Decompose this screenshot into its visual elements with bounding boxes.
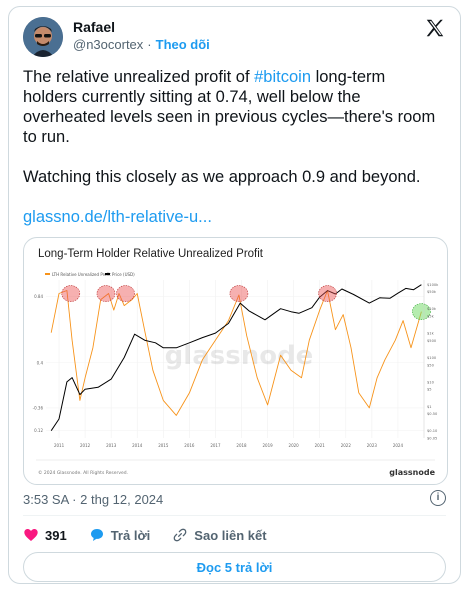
y-right-tick-label: $50k (427, 290, 437, 294)
copy-link-button[interactable]: Sao liên kết (172, 527, 267, 543)
highlight-red-circle (96, 285, 116, 302)
like-count: 391 (45, 527, 67, 543)
x-tick-label: 2013 (106, 443, 117, 448)
chart-brand: glassnode (389, 468, 435, 477)
x-tick-label: 2015 (158, 443, 169, 448)
tweet-paragraph-1: The relative unrealized profit of #bitco… (23, 67, 443, 147)
tweet-paragraph-2: Watching this closely as we approach 0.9… (23, 168, 421, 186)
timestamp-separator: · (72, 492, 77, 507)
hashtag-link[interactable]: #bitcoin (254, 68, 311, 86)
timestamp-time[interactable]: 3:53 SA (23, 492, 69, 507)
x-tick-label: 2019 (262, 443, 273, 448)
tweet-text-part-1: The relative unrealized profit of (23, 68, 255, 86)
y-right-tick-label: $100 (427, 356, 437, 360)
link-icon (173, 528, 187, 542)
x-tick-label: 2021 (315, 443, 326, 448)
chart-image[interactable]: Long-Term Holder Relative Unrealized Pro… (23, 237, 448, 485)
info-icon[interactable]: i (430, 490, 446, 506)
x-tick-label: 2014 (132, 443, 143, 448)
x-tick-label: 2018 (236, 443, 247, 448)
x-tick-label: 2024 (393, 443, 404, 448)
y-right-tick-label: $5k (427, 315, 435, 319)
y-right-tick-label: $1k (427, 332, 435, 336)
x-logo-icon[interactable] (424, 17, 446, 39)
author-handle-row: @n3ocortex · Theo dõi (73, 37, 210, 52)
y-right-tick-label: $100k (427, 283, 439, 287)
y-right-tick-label: $500 (427, 339, 437, 343)
x-tick-label: 2012 (80, 443, 91, 448)
highlight-red-circle (116, 285, 135, 302)
y-right-tick-label: $50 (427, 363, 435, 367)
x-tick-label: 2016 (184, 443, 195, 448)
x-tick-label: 2023 (367, 443, 378, 448)
divider (23, 515, 446, 516)
chart-legend: LTH Relative Unrealized Profit Price (US… (45, 272, 135, 277)
legend-swatch-price (105, 273, 110, 275)
avatar-face-icon (23, 17, 63, 57)
y-right-tick-label: $10k (427, 307, 437, 311)
y-right-tick-label: $5 (427, 388, 432, 392)
highlight-red-circle (61, 285, 81, 302)
chart-watermark: glassnode (165, 341, 314, 371)
reply-bubble-icon (90, 529, 103, 541)
legend-rup: LTH Relative Unrealized Profit (52, 272, 111, 277)
author-handle[interactable]: @n3ocortex (73, 37, 143, 52)
reply-button[interactable]: Trả lời (89, 527, 151, 543)
read-replies-button[interactable]: Đọc 5 trả lời (23, 552, 446, 582)
heart-icon (24, 529, 38, 541)
y-right-tick-label: $0.10 (427, 429, 438, 433)
y-left-tick-label: -0.36 (33, 405, 44, 410)
x-tick-label: 2022 (341, 443, 352, 448)
timestamp-row: 3:53 SA · 2 thg 12, 2024 (23, 492, 163, 507)
legend-price: Price (USD) (112, 272, 135, 277)
x-tick-label: 2020 (289, 443, 300, 448)
y-left-tick-label: 0.4 (37, 360, 44, 365)
action-bar: 391 Trả lời Sao liên kết (23, 522, 289, 548)
tweet-link[interactable]: glassno.de/lth-relative-u... (23, 208, 212, 226)
y-right-tick-label: $0.50 (427, 412, 438, 416)
timestamp-date[interactable]: 2 thg 12, 2024 (80, 492, 163, 507)
y-right-tick-label: $0.05 (427, 437, 437, 441)
tweet-card: Rafael @n3ocortex · Theo dõi The relative … (8, 6, 461, 584)
tweet-text: The relative unrealized profit of #bitco… (23, 67, 443, 247)
copy-link-label: Sao liên kết (194, 527, 267, 543)
x-tick-label: 2011 (54, 443, 65, 448)
highlight-red-circle (229, 285, 249, 302)
legend-swatch-rup (45, 273, 50, 275)
avatar[interactable] (23, 17, 63, 57)
author-name[interactable]: Rafael (73, 19, 115, 35)
reply-label: Trả lời (110, 527, 151, 543)
y-right-tick-label: $1 (427, 405, 432, 409)
x-tick-label: 2017 (210, 443, 221, 448)
highlight-red-circle (318, 285, 337, 302)
chart-svg: glassnode 2011 2012 2013 2014 2015 2016 2017 20… (33, 272, 440, 477)
follow-button[interactable]: Theo dõi (156, 37, 210, 52)
y-left-tick-label: 0.12 (34, 428, 43, 433)
chart-copyright: © 2024 Glassnode. All Rights Reserved. (38, 469, 128, 476)
separator-dot: · (147, 37, 152, 52)
like-button[interactable]: 391 (23, 527, 67, 543)
y-right-tick-label: $10 (427, 380, 435, 384)
y-left-tick-label: 0.84 (34, 294, 43, 299)
